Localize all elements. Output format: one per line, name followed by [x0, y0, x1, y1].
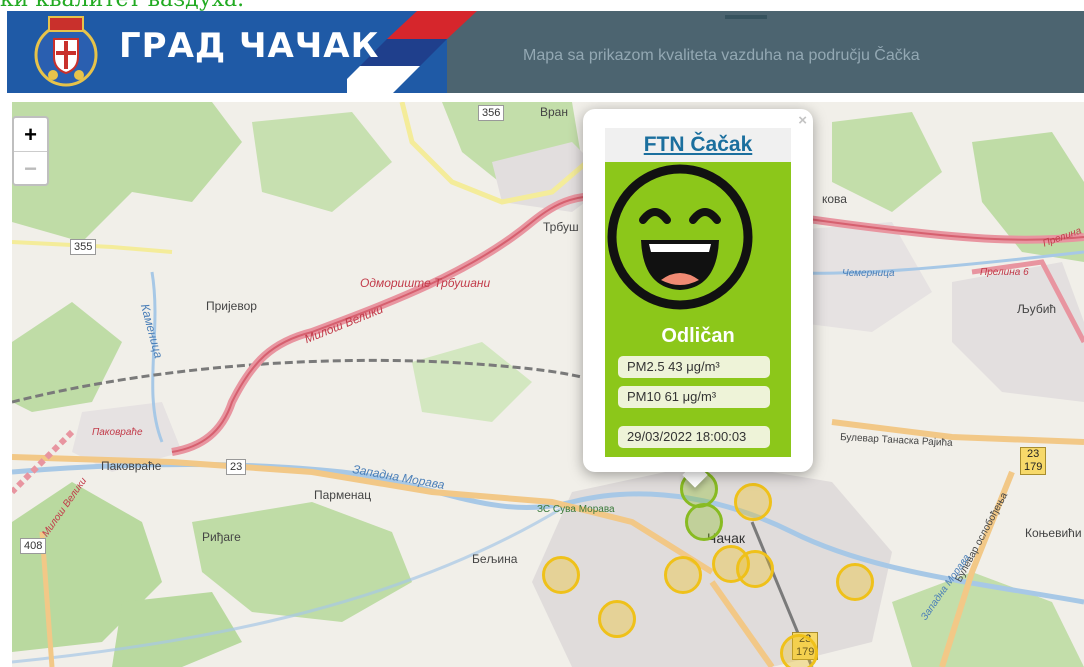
- site-header: ГРАД ЧАЧАК Mapa sa prikazom kvaliteta va…: [7, 11, 1084, 93]
- place-label: Паковраће: [101, 459, 162, 473]
- station-popup: × FTN Čačak Odličan PM2.5 43 μg/m³ PM10 …: [583, 109, 813, 472]
- zoom-in-button[interactable]: +: [14, 118, 47, 151]
- poi-label: ЗС Сува Морава: [537, 504, 615, 515]
- brand-name: ГРАД ЧАЧАК: [119, 26, 380, 66]
- page-top-text: ки квалитет ваздуха.: [0, 0, 244, 11]
- poi-label: Одмориште Трбушани: [360, 276, 491, 290]
- close-icon[interactable]: ×: [798, 112, 807, 129]
- station-marker-moderate[interactable]: [780, 634, 818, 667]
- station-marker-moderate[interactable]: [542, 556, 580, 594]
- air-quality-status: Odličan: [661, 325, 735, 347]
- city-crest-icon: [34, 16, 98, 87]
- place-label: кова: [822, 192, 847, 206]
- river-label: Чемерница: [842, 268, 895, 279]
- air-quality-map[interactable]: + − Вран Трбуш Пријевор Одмориште Трбуша…: [12, 102, 1084, 667]
- station-marker-moderate[interactable]: [836, 563, 874, 601]
- header-indicator: [725, 15, 767, 19]
- air-quality-panel: Odličan PM2.5 43 μg/m³ PM10 61 μg/m³ 29/…: [605, 162, 791, 457]
- exit-label: Прелина 6: [980, 267, 1029, 278]
- laughing-face-icon: [607, 164, 753, 310]
- road-shield: 408: [20, 538, 47, 554]
- place-label: Риђаге: [202, 530, 241, 544]
- zoom-out-button[interactable]: −: [14, 151, 47, 184]
- road-shield-number: 23: [1027, 448, 1040, 460]
- place-label: Бељина: [472, 552, 518, 566]
- place-label: Парменац: [314, 488, 372, 502]
- place-label: Пријевор: [206, 299, 257, 313]
- header-subtitle: Mapa sa prikazom kvaliteta vazduha na po…: [523, 47, 920, 64]
- road-shield: 355: [70, 239, 97, 255]
- station-marker-moderate[interactable]: [664, 556, 702, 594]
- road-shield: 23: [226, 459, 247, 475]
- station-marker-moderate[interactable]: [598, 600, 636, 638]
- exit-label: Паковраће: [92, 427, 143, 438]
- zoom-control: + −: [12, 116, 49, 186]
- station-name-link[interactable]: FTN Čačak: [605, 128, 791, 162]
- station-marker-moderate[interactable]: [736, 550, 774, 588]
- station-marker-moderate[interactable]: [734, 483, 772, 521]
- place-label: Трбуш: [543, 220, 579, 234]
- road-shield: 356: [478, 105, 505, 121]
- measurement-timestamp: 29/03/2022 18:00:03: [618, 426, 770, 448]
- station-marker-good[interactable]: [685, 503, 723, 541]
- pm10-value: PM10 61 μg/m³: [618, 386, 770, 408]
- place-label: Вран: [540, 105, 568, 119]
- place-label: Коњевићи: [1025, 526, 1082, 540]
- road-shield-number: 179: [1024, 461, 1043, 473]
- place-label: Љубић: [1017, 302, 1057, 316]
- road-shield: 23 179: [1020, 447, 1047, 475]
- pm25-value: PM2.5 43 μg/m³: [618, 356, 770, 378]
